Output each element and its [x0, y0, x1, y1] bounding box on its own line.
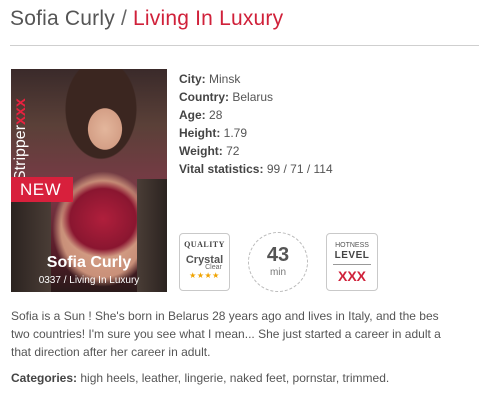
model-details: City: Minsk Country: Belarus Age: 28 Hei…	[179, 70, 333, 178]
brand-suffix: xxx	[12, 98, 29, 125]
duration-unit: min	[269, 267, 287, 278]
detail-value: 99 / 71 / 114	[266, 162, 333, 176]
poster-code-title: 0337 / Living In Luxury	[38, 275, 140, 286]
detail-value: 28	[209, 108, 223, 122]
detail-weight: Weight: 72	[179, 142, 333, 160]
model-name-link[interactable]: Sofia Curly	[10, 7, 115, 30]
star-icon: ★★★★	[189, 271, 220, 280]
header-divider	[10, 45, 479, 46]
title-separator: /	[120, 7, 127, 30]
detail-vital-statistics: Vital statistics: 99 / 71 / 114	[179, 160, 333, 178]
new-badge: NEW	[11, 177, 73, 202]
detail-value: Belarus	[232, 90, 274, 104]
duration-badge: 43 min	[248, 232, 308, 292]
detail-value: Minsk	[209, 72, 241, 86]
description-line: that direction after her career in adult…	[11, 345, 211, 359]
categories: Categories: high heels, leather, lingeri…	[11, 371, 389, 385]
brand-logo: Stripperxxx	[12, 98, 30, 181]
description-line: two countries! I'm sure you see what I m…	[11, 327, 441, 341]
detail-label: Height:	[179, 126, 221, 140]
hotness-divider	[333, 264, 371, 265]
categories-label: Categories:	[11, 371, 78, 385]
hotness-value: XXX	[337, 268, 366, 284]
scene-poster[interactable]: Stripperxxx NEW Sofia Curly 0337 / Livin…	[11, 69, 167, 292]
description-line: Sofia is a Sun ! She's born in Belarus 2…	[11, 309, 439, 323]
hotness-heading: HOTNESS	[335, 242, 369, 249]
detail-label: Age:	[179, 108, 206, 122]
detail-country: Country: Belarus	[179, 88, 333, 106]
detail-value: 1.79	[223, 126, 248, 140]
detail-age: Age: 28	[179, 106, 333, 124]
quality-badge: QUALITY Crystal Clear ★★★★	[179, 233, 230, 291]
categories-list[interactable]: high heels, leather, lingerie, naked fee…	[80, 371, 389, 385]
detail-label: City:	[179, 72, 206, 86]
detail-city: City: Minsk	[179, 70, 333, 88]
duration-value: 43	[266, 244, 290, 266]
hotness-badge: HOTNESS LEVEL XXX	[326, 233, 378, 291]
scene-description: Sofia is a Sun ! She's born in Belarus 2…	[11, 307, 479, 361]
detail-value: 72	[226, 144, 240, 158]
scene-title: Living In Luxury	[133, 7, 284, 30]
detail-label: Vital statistics:	[179, 162, 264, 176]
poster-model-name: Sofia Curly	[46, 254, 132, 271]
detail-label: Country:	[179, 90, 229, 104]
page-title: Sofia Curly / Living In Luxury	[10, 7, 283, 31]
hotness-level-label: LEVEL	[334, 250, 370, 261]
quality-heading: QUALITY	[184, 240, 225, 249]
detail-label: Weight:	[179, 144, 223, 158]
detail-height: Height: 1.79	[179, 124, 333, 142]
brand-text: Stripper	[12, 124, 29, 181]
